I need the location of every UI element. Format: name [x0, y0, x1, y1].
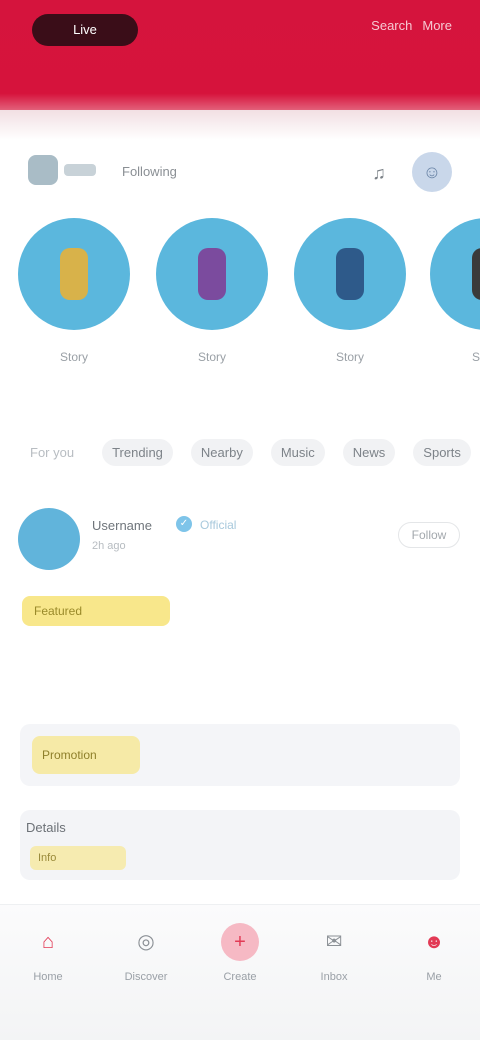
- info-box[interactable]: Details Info: [20, 810, 460, 880]
- nav-label: Create: [223, 971, 257, 983]
- nav-item-home[interactable]: ⌂ Home: [12, 923, 84, 1019]
- top-header: Live Search More: [0, 0, 480, 110]
- logo-wordmark: [64, 164, 96, 176]
- story-item[interactable]: Story: [18, 218, 130, 408]
- top-row: Following ♫ ☺: [28, 148, 458, 200]
- header-action-more[interactable]: More: [422, 18, 452, 33]
- follow-button[interactable]: Follow: [398, 522, 460, 548]
- stories-row: Story Story Story Story: [0, 218, 480, 408]
- story-avatar: [336, 248, 364, 300]
- story-name: Story: [471, 350, 480, 364]
- story-item[interactable]: Story: [294, 218, 406, 408]
- category-tab[interactable]: Music: [270, 438, 325, 466]
- feed-label[interactable]: Following: [122, 164, 177, 179]
- category-tabs: For you Trending Nearby Music News Sport…: [20, 436, 480, 468]
- nav-label: Discover: [124, 971, 168, 983]
- info-chip: Info: [30, 846, 126, 870]
- nav-item-me[interactable]: ☻ Me: [398, 923, 470, 1019]
- post-tag: Official: [200, 518, 237, 532]
- post-card[interactable]: Username ✓ Official 2h ago Follow Featur…: [0, 500, 480, 900]
- story-avatar: [60, 248, 88, 300]
- verified-icon: ✓: [176, 516, 192, 532]
- story-item[interactable]: Story: [156, 218, 268, 408]
- story-name: Story: [335, 350, 364, 364]
- home-icon: ⌂: [41, 931, 55, 953]
- category-tab[interactable]: For you: [20, 439, 84, 466]
- compass-icon: ◎: [137, 931, 155, 953]
- logo-mark-icon: [28, 155, 58, 185]
- post-timestamp: 2h ago: [92, 540, 126, 552]
- story-avatar: [472, 248, 480, 300]
- story-avatar: [198, 248, 226, 300]
- app-logo[interactable]: [28, 148, 98, 192]
- bottom-navigation: ⌂ Home ◎ Discover + Create ✉ Inbox ☻ Me: [0, 904, 480, 1040]
- story-name: Story: [59, 350, 88, 364]
- nav-label: Home: [33, 971, 63, 983]
- post-username[interactable]: Username: [92, 518, 152, 533]
- promo-box[interactable]: Promotion: [20, 724, 460, 786]
- story-ring: [294, 218, 406, 330]
- header-action-search[interactable]: Search: [371, 18, 412, 33]
- header-pill-button[interactable]: Live: [32, 14, 138, 46]
- message-icon: ✉: [325, 931, 343, 953]
- profile-icon[interactable]: ☺: [412, 152, 452, 192]
- header-actions: Search More: [371, 18, 452, 33]
- plus-icon: +: [221, 923, 259, 961]
- story-name: Story: [197, 350, 226, 364]
- info-title: Details: [26, 820, 66, 835]
- header-shadow: [0, 110, 480, 140]
- category-tab[interactable]: Sports: [413, 438, 471, 466]
- nav-label: Me: [426, 971, 442, 983]
- nav-item-inbox[interactable]: ✉ Inbox: [298, 923, 370, 1019]
- story-ring: [430, 218, 480, 330]
- nav-item-create[interactable]: + Create: [204, 923, 276, 1019]
- promo-chip: Promotion: [32, 736, 140, 774]
- story-ring: [18, 218, 130, 330]
- category-tab[interactable]: Trending: [102, 438, 173, 466]
- nav-item-discover[interactable]: ◎ Discover: [110, 923, 182, 1019]
- featured-badge: Featured: [22, 596, 170, 626]
- category-tab[interactable]: News: [342, 438, 396, 466]
- story-ring: [156, 218, 268, 330]
- bell-icon[interactable]: ♫: [368, 162, 390, 184]
- user-icon: ☻: [423, 931, 445, 953]
- avatar[interactable]: [18, 508, 80, 570]
- nav-label: Inbox: [320, 971, 348, 983]
- story-item[interactable]: Story: [430, 218, 480, 408]
- category-tab[interactable]: Nearby: [190, 438, 253, 466]
